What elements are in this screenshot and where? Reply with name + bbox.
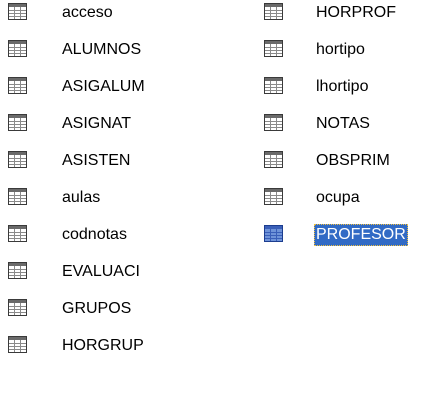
table-icon (8, 188, 27, 205)
table-name: HORGRUP (62, 337, 144, 354)
list-item-table[interactable]: HORGRUP (8, 336, 168, 373)
table-name: lhortipo (316, 78, 369, 95)
table-icon (8, 262, 27, 279)
table-icon (8, 299, 27, 316)
table-icon (8, 336, 27, 353)
table-icon (264, 151, 283, 168)
table-name: ASIGALUM (62, 78, 145, 95)
table-icon (264, 40, 283, 57)
list-item-table[interactable]: OBSPRIM (264, 151, 424, 188)
table-name: OBSPRIM (316, 152, 390, 169)
table-name: GRUPOS (62, 300, 132, 317)
list-column-left: acceso ALUMNOS ASIGALUM ASIGNAT ASISTEN … (8, 3, 168, 373)
table-icon (8, 3, 27, 20)
table-icon (8, 114, 27, 131)
list-item-table[interactable]: HORPROF (264, 3, 424, 40)
table-name: hortipo (316, 41, 365, 58)
list-item-table[interactable]: ASIGNAT (8, 114, 168, 151)
list-item-table[interactable]: lhortipo (264, 77, 424, 114)
table-list-view[interactable]: acceso ALUMNOS ASIGALUM ASIGNAT ASISTEN … (0, 0, 429, 396)
list-item-table[interactable]: ALUMNOS (8, 40, 168, 77)
table-name: ASIGNAT (62, 115, 132, 132)
table-name: ocupa (316, 189, 360, 206)
table-icon (264, 114, 283, 131)
table-name: PROFESOR (314, 224, 408, 246)
table-icon (264, 188, 283, 205)
list-item-table[interactable]: hortipo (264, 40, 424, 77)
table-icon (8, 225, 27, 242)
table-name: HORPROF (316, 4, 396, 21)
list-item-table[interactable]: PROFESOR (264, 224, 424, 262)
list-item-table[interactable]: NOTAS (264, 114, 424, 151)
table-icon (264, 77, 283, 94)
table-icon (8, 151, 27, 168)
table-icon (264, 225, 283, 242)
table-name: ALUMNOS (62, 41, 142, 58)
table-name: EVALUACI (62, 263, 140, 280)
list-item-table[interactable]: ASISTEN (8, 151, 168, 188)
list-item-table[interactable]: GRUPOS (8, 299, 168, 336)
table-name: codnotas (62, 226, 127, 243)
table-name: ASISTEN (62, 152, 131, 169)
list-item-table[interactable]: aulas (8, 188, 168, 225)
table-icon (8, 77, 27, 94)
list-column-right: HORPROF hortipo lhortipo NOTAS OBSPRIM o… (264, 3, 424, 262)
table-name: NOTAS (316, 115, 370, 132)
list-item-table[interactable]: acceso (8, 3, 168, 40)
table-icon (264, 3, 283, 20)
list-item-table[interactable]: codnotas (8, 225, 168, 262)
table-name: aulas (62, 189, 101, 206)
table-name: acceso (62, 4, 113, 21)
list-item-table[interactable]: ASIGALUM (8, 77, 168, 114)
table-icon (8, 40, 27, 57)
list-item-table[interactable]: ocupa (264, 188, 424, 225)
list-item-table[interactable]: EVALUACI (8, 262, 168, 299)
